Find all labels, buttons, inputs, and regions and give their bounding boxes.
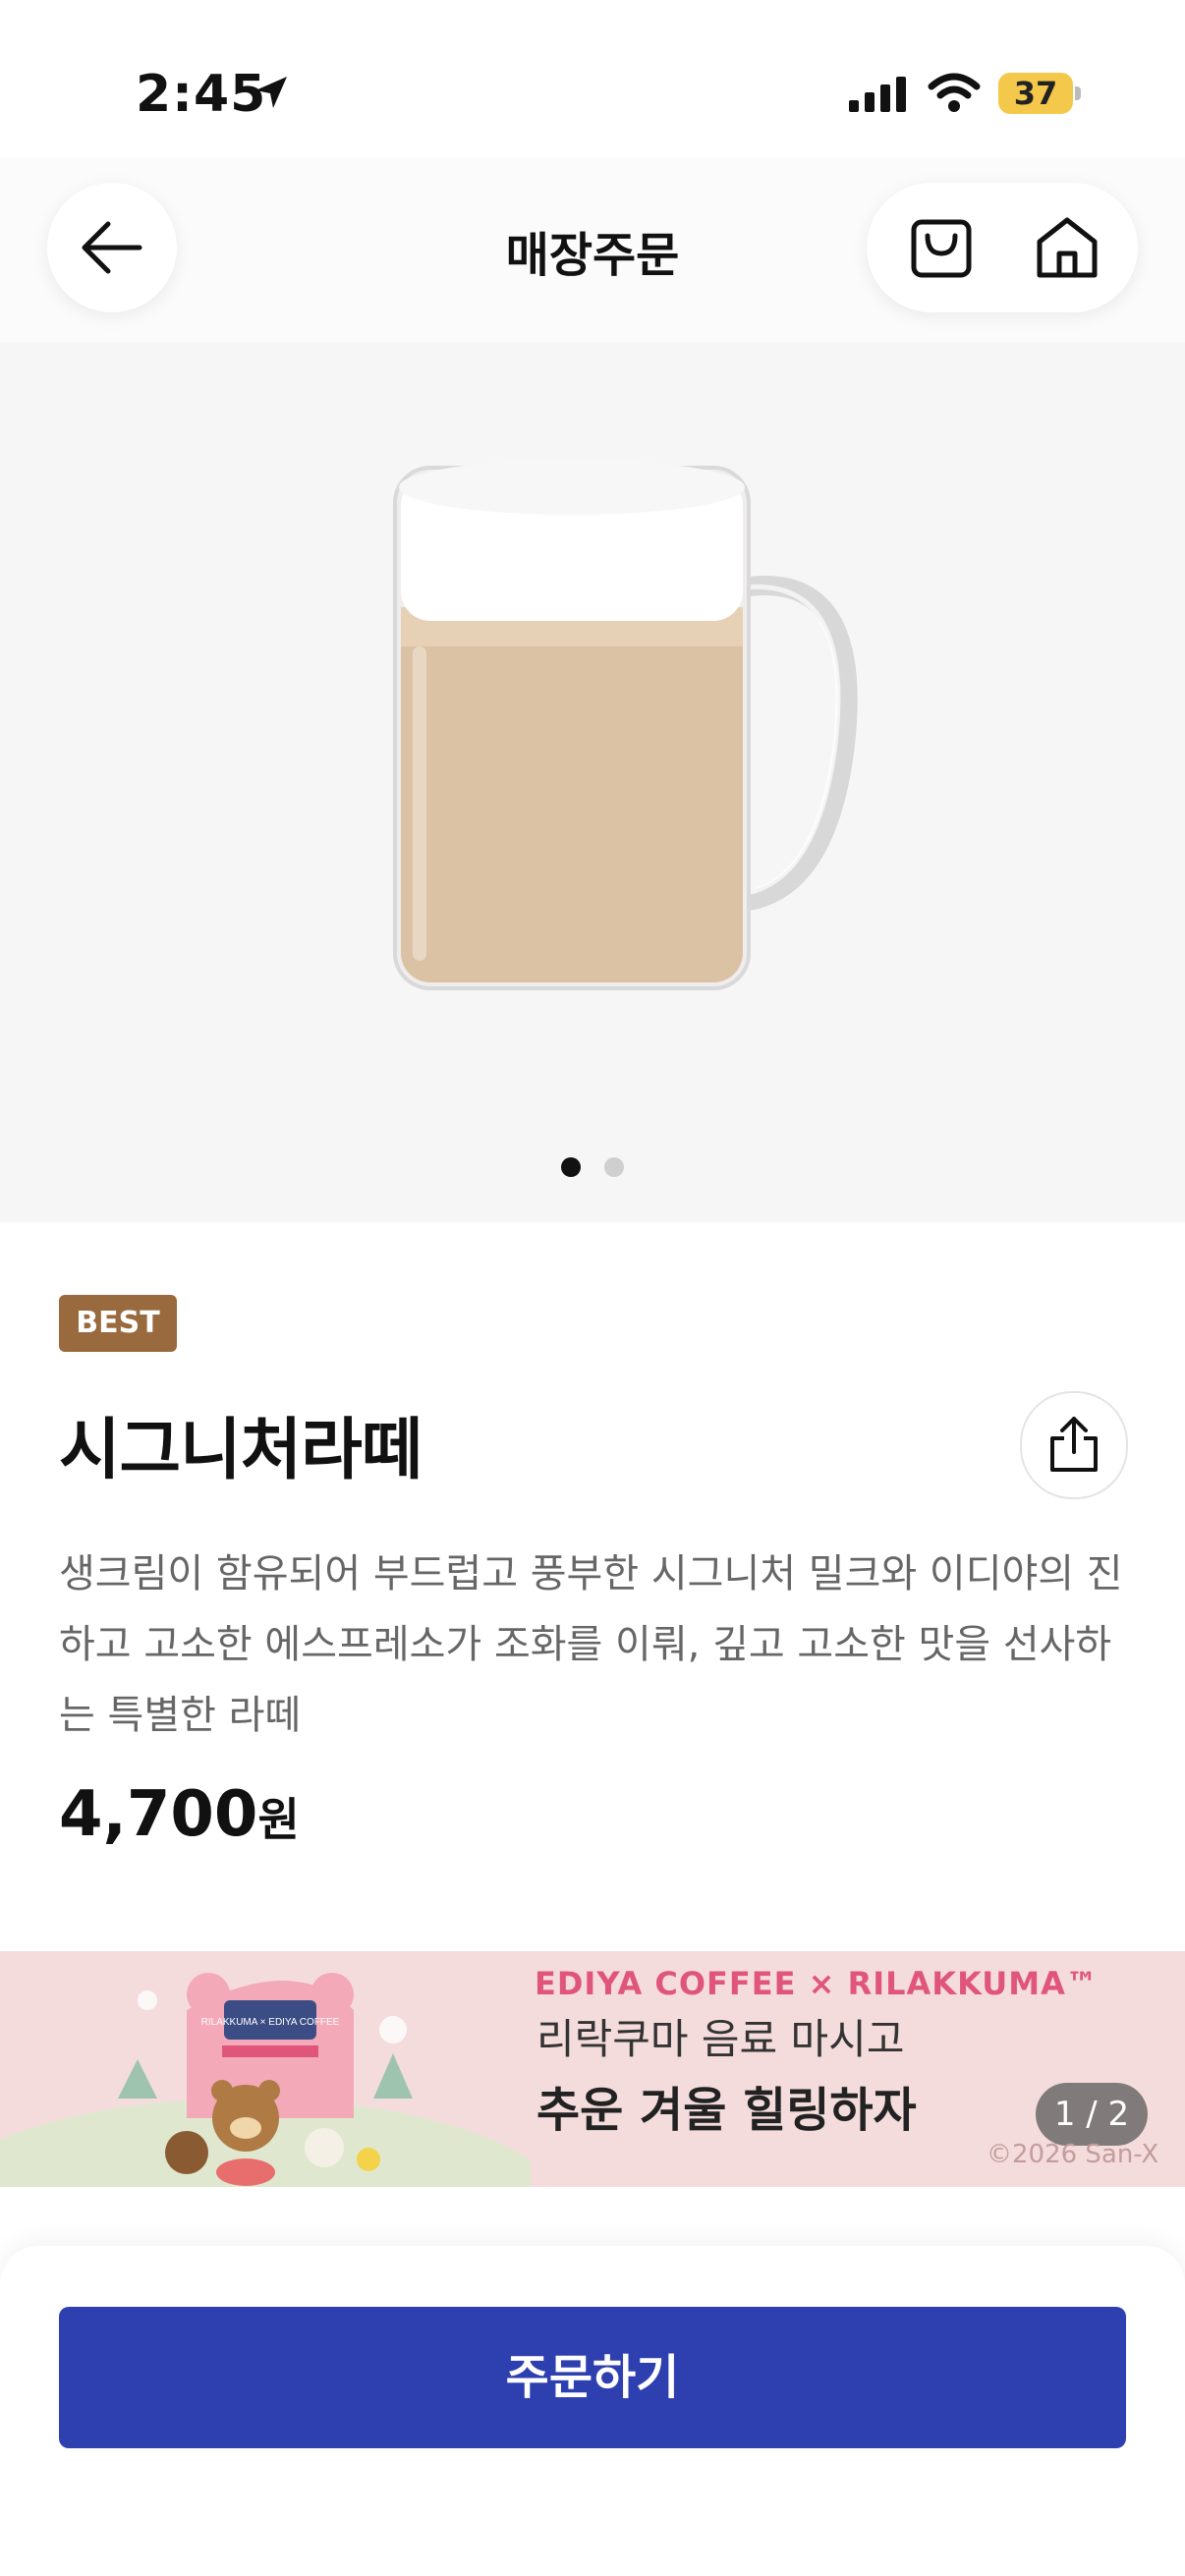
home-icon[interactable] — [1032, 212, 1102, 283]
battery-tip — [1075, 86, 1081, 100]
top-navigation: 매장주문 — [0, 157, 1185, 342]
wifi-icon — [928, 73, 981, 112]
price-unit: 원 — [257, 1793, 300, 1846]
product-description: 생크림이 함유되어 부드럽고 풍부한 시그니처 밀크와 이디야의 진하고 고소한… — [59, 1551, 1123, 1738]
product-image-carousel[interactable] — [0, 342, 1185, 1222]
banner-brand: EDIYA COFFEE × RILAKKUMA™ — [535, 1965, 1099, 2002]
promo-banner[interactable]: RILAKKUMA × EDIYA COFFEE EDIYA COFFEE × … — [0, 1951, 1185, 2187]
carousel-dot-active[interactable] — [561, 1157, 581, 1177]
banner-art-sign: RILAKKUMA × EDIYA COFFEE — [201, 2017, 340, 2028]
status-time: 2:45 — [136, 65, 267, 124]
best-badge: BEST — [59, 1295, 177, 1352]
banner-line2: 추운 겨울 힐링하자 — [536, 2083, 917, 2138]
price-amount: 4,700 — [59, 1778, 258, 1851]
product-image — [393, 460, 858, 990]
carousel-indicator — [0, 1157, 1185, 1181]
product-name: 시그니처라떼 — [59, 1412, 423, 1489]
banner-page-indicator: 1 / 2 — [1036, 2083, 1148, 2146]
bottom-action-bar: 주문하기 — [0, 2246, 1185, 2576]
cart-icon[interactable] — [906, 212, 977, 283]
status-bar: 2:45 37 — [0, 0, 1185, 157]
carousel-dot[interactable] — [604, 1157, 624, 1177]
product-price: 4,700원 — [59, 1778, 300, 1851]
banner-illustration: RILAKKUMA × EDIYA COFFEE — [0, 1973, 531, 2187]
header-actions — [867, 183, 1138, 312]
order-button[interactable]: 주문하기 — [59, 2307, 1126, 2448]
signal-icon — [849, 77, 906, 112]
share-button[interactable] — [1020, 1391, 1128, 1499]
banner-line1: 리락쿠마 음료 마시고 — [536, 2015, 905, 2063]
battery-indicator: 37 — [998, 73, 1073, 114]
share-icon — [1050, 1417, 1098, 1472]
location-arrow-icon — [255, 77, 287, 108]
banner-copyright: ©2026 San-X — [987, 2140, 1159, 2169]
